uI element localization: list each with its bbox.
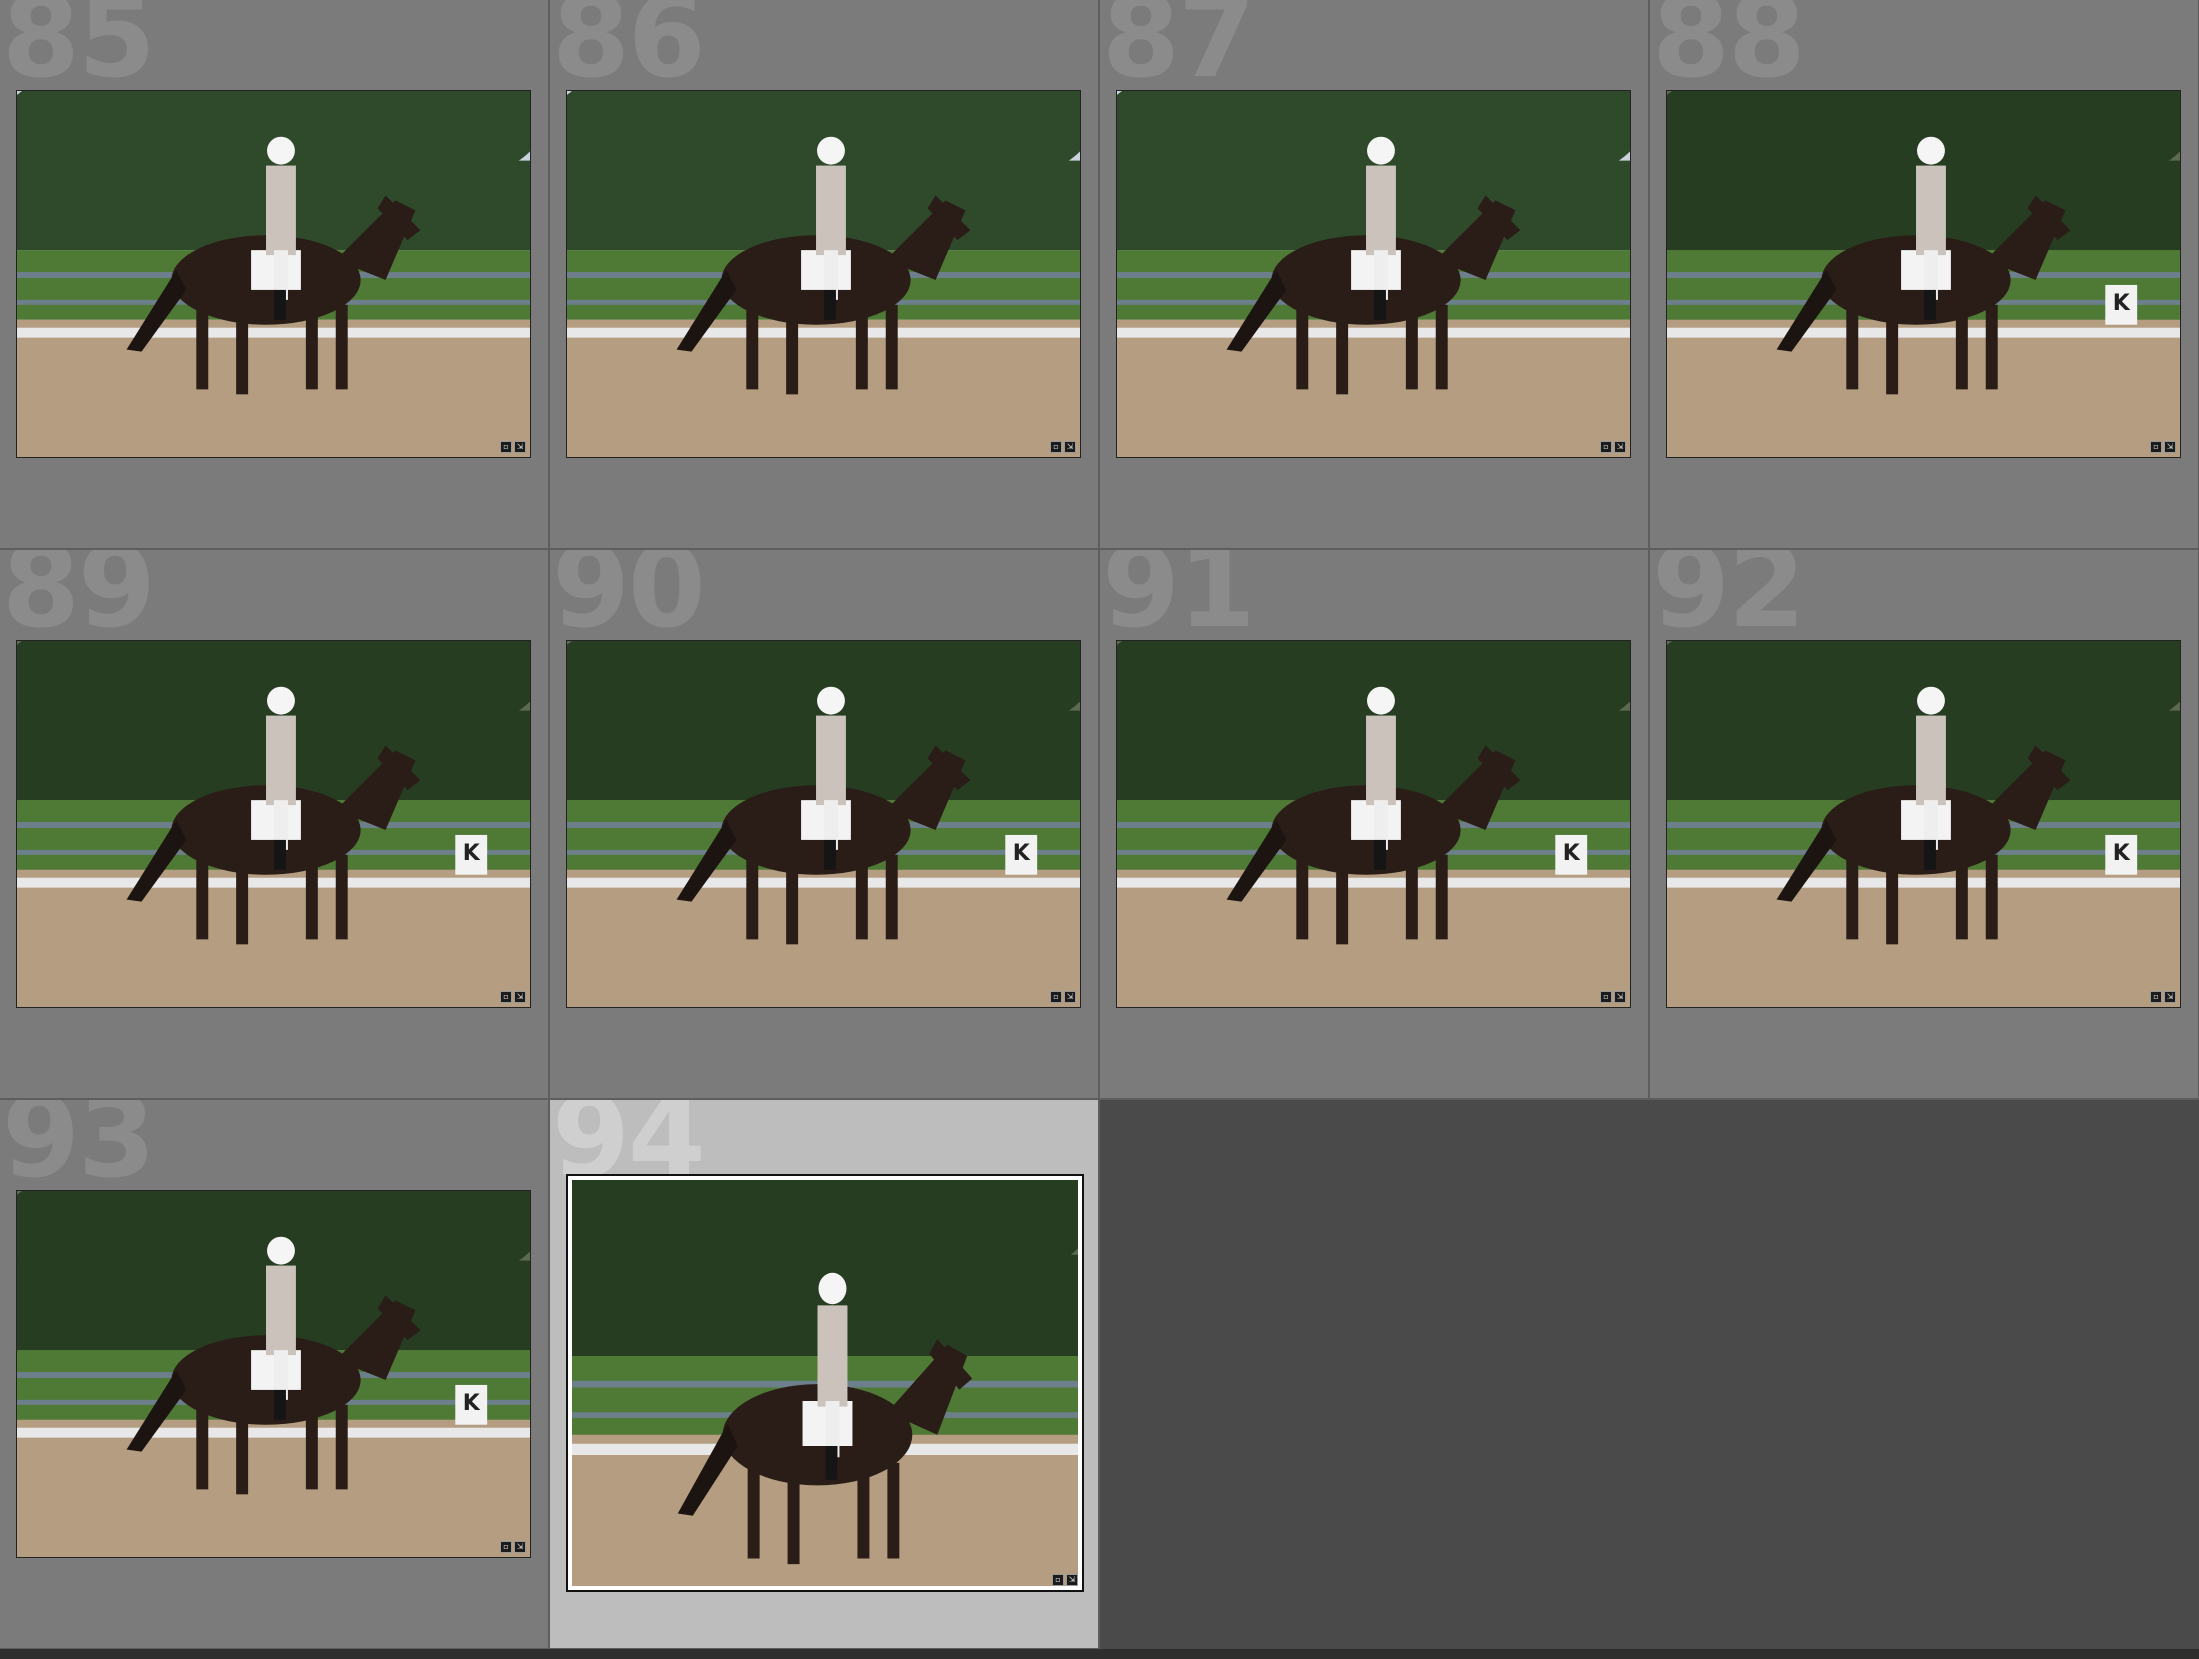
thumbnail-cell[interactable]: 93 K ▫ ⇲ (0, 1100, 550, 1650)
thumbnail-cell[interactable]: 91 K ▫ ⇲ (1100, 550, 1650, 1100)
cell-index-number: 89 (2, 550, 156, 653)
thumbnail-badges: ▫ ⇲ (500, 441, 526, 453)
photo-thumbnail[interactable]: K ▫ ⇲ (566, 640, 1081, 1008)
thumbnail-badges: ▫ ⇲ (500, 991, 526, 1003)
edit-icon[interactable]: ⇲ (514, 991, 526, 1003)
photo-thumbnail[interactable]: K ▫ ⇲ (16, 1190, 531, 1558)
edit-icon[interactable]: ⇲ (1614, 991, 1626, 1003)
photo-thumbnail[interactable]: ▫ ⇲ (1116, 90, 1631, 458)
edit-icon[interactable]: ⇲ (1066, 1574, 1078, 1586)
crop-icon[interactable]: ▫ (1600, 441, 1612, 453)
thumbnail-cell[interactable]: 87 ▫ ⇲ (1100, 0, 1650, 550)
edit-icon[interactable]: ⇲ (2164, 441, 2176, 453)
cell-index-number: 93 (2, 1100, 156, 1203)
thumbnail-cell[interactable]: 89 K ▫ ⇲ (0, 550, 550, 1100)
thumbnail-badges: ▫ ⇲ (1052, 1574, 1078, 1586)
photo-thumbnail[interactable]: ▫ ⇲ (566, 90, 1081, 458)
edit-icon[interactable]: ⇲ (514, 441, 526, 453)
edit-icon[interactable]: ⇲ (1064, 441, 1076, 453)
photo-thumbnail[interactable]: K ▫ ⇲ (1116, 640, 1631, 1008)
crop-icon[interactable]: ▫ (1600, 991, 1612, 1003)
bottom-bar (0, 1649, 2199, 1659)
photo-thumbnail[interactable]: K ▫ ⇲ (1666, 640, 2181, 1008)
crop-icon[interactable]: ▫ (1050, 991, 1062, 1003)
thumbnail-badges: ▫ ⇲ (2150, 991, 2176, 1003)
photo-thumbnail[interactable]: ▫ ⇲ (16, 90, 531, 458)
arena-marker-text: K (463, 841, 481, 866)
cell-index-number: 86 (552, 0, 706, 103)
thumbnail-cell[interactable]: 90 K ▫ ⇲ (550, 550, 1100, 1100)
cell-index-number: 87 (1102, 0, 1256, 103)
arena-marker-text: K (463, 1391, 481, 1416)
arena-marker-text: K (1563, 841, 1581, 866)
edit-icon[interactable]: ⇲ (2164, 991, 2176, 1003)
thumbnail-badges: ▫ ⇲ (1050, 441, 1076, 453)
photo-thumbnail[interactable]: K ▫ ⇲ (1666, 90, 2181, 458)
crop-icon[interactable]: ▫ (500, 991, 512, 1003)
thumbnail-cell[interactable]: 85 ▫ ⇲ (0, 0, 550, 550)
thumbnail-badges: ▫ ⇲ (1050, 991, 1076, 1003)
edit-icon[interactable]: ⇲ (1064, 991, 1076, 1003)
arena-marker-text: K (2113, 291, 2131, 316)
cell-index-number: 92 (1652, 550, 1806, 653)
thumbnail-badges: ▫ ⇲ (1600, 441, 1626, 453)
crop-icon[interactable]: ▫ (1050, 441, 1062, 453)
thumbnail-cell[interactable]: 94 ▫ ⇲ (550, 1100, 1100, 1650)
crop-icon[interactable]: ▫ (500, 441, 512, 453)
cell-index-number: 85 (2, 0, 156, 103)
crop-icon[interactable]: ▫ (500, 1541, 512, 1553)
cell-index-number: 88 (1652, 0, 1806, 103)
cell-index-number: 91 (1102, 550, 1256, 653)
thumbnail-cell[interactable]: 88 K ▫ ⇲ (1650, 0, 2199, 550)
thumbnail-badges: ▫ ⇲ (1600, 991, 1626, 1003)
arena-marker-text: K (2113, 841, 2131, 866)
thumbnail-badges: ▫ ⇲ (500, 1541, 526, 1553)
crop-icon[interactable]: ▫ (1052, 1574, 1064, 1586)
thumbnail-cell[interactable]: 92 K ▫ ⇲ (1650, 550, 2199, 1100)
arena-marker-text: K (1013, 841, 1031, 866)
photo-thumbnail[interactable]: ▫ ⇲ (566, 1174, 1084, 1592)
cell-index-number: 90 (552, 550, 706, 653)
thumbnail-cell[interactable]: 86 ▫ ⇲ (550, 0, 1100, 550)
photo-thumbnail[interactable]: K ▫ ⇲ (16, 640, 531, 1008)
thumbnail-badges: ▫ ⇲ (2150, 441, 2176, 453)
edit-icon[interactable]: ⇲ (1614, 441, 1626, 453)
crop-icon[interactable]: ▫ (2150, 991, 2162, 1003)
crop-icon[interactable]: ▫ (2150, 441, 2162, 453)
filmstrip-grid: 85 ▫ ⇲ 86 ▫ ⇲ 87 ▫ ⇲ 88 K ▫ ⇲ 89 K ▫ ⇲ 9… (0, 0, 2199, 1659)
edit-icon[interactable]: ⇲ (514, 1541, 526, 1553)
